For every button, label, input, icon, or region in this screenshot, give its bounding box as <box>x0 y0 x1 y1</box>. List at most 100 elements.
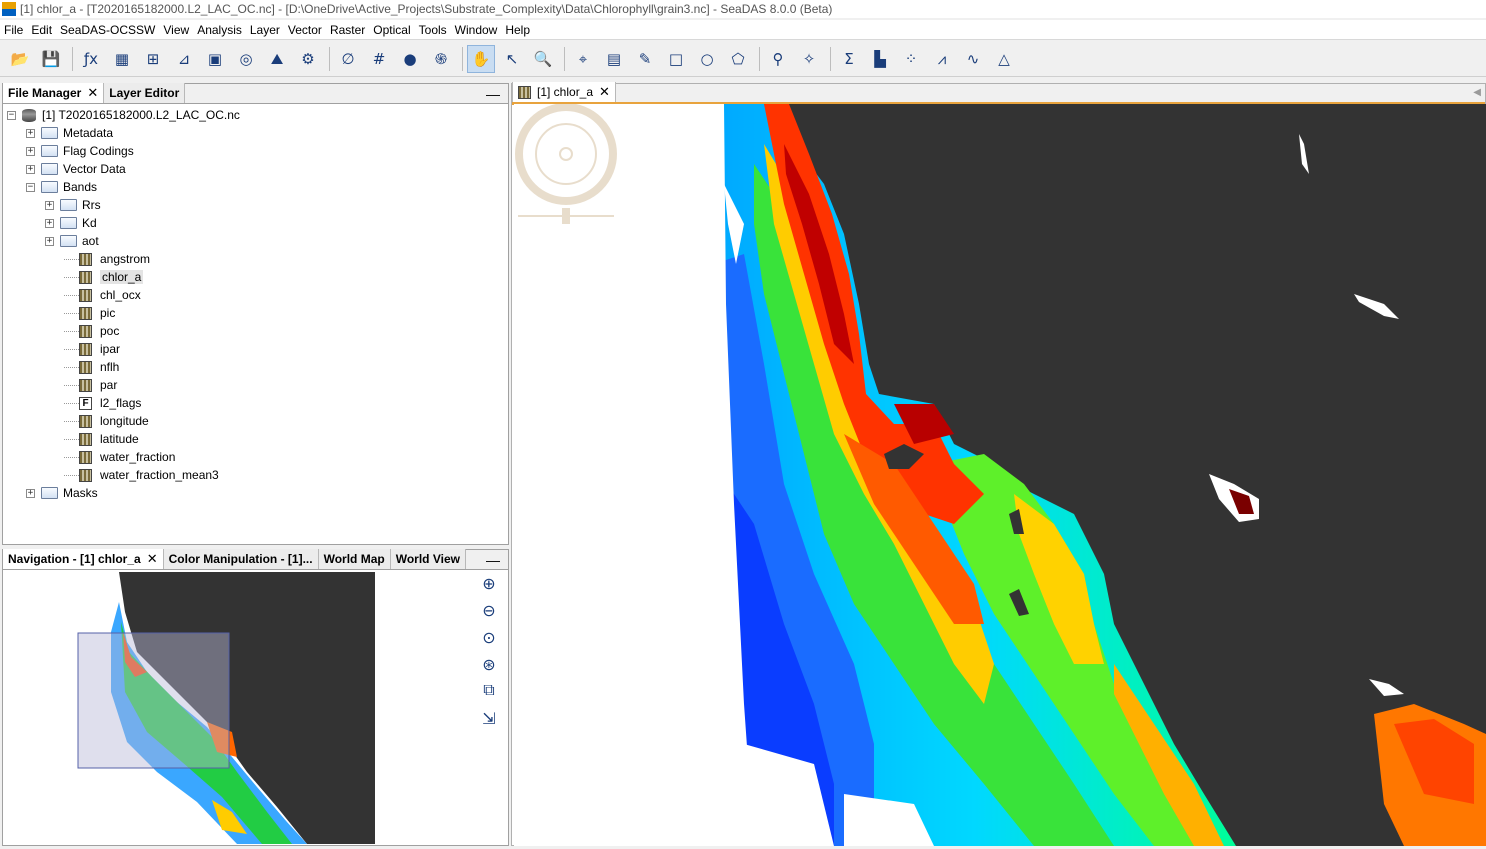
menu-vector[interactable]: Vector <box>284 23 326 37</box>
menu-analysis[interactable]: Analysis <box>193 23 246 37</box>
chlorophyll-image-canvas[interactable] <box>514 103 1486 846</box>
expand-toggle-icon[interactable]: + <box>26 128 35 138</box>
terrain-button[interactable]: ⛰ <box>263 45 291 73</box>
select-tool-button[interactable]: ↖ <box>498 45 526 73</box>
band-node[interactable]: par <box>7 376 240 394</box>
no-data-button[interactable]: ∅ <box>334 45 362 73</box>
folder-icon <box>41 127 58 139</box>
mosaic-button[interactable]: ▣ <box>201 45 229 73</box>
tab-chlor-a[interactable]: [1] chlor_a ✕ <box>512 82 616 102</box>
subset-button[interactable]: ⊞ <box>139 45 167 73</box>
band-node[interactable]: water_fraction <box>7 448 240 466</box>
band-node[interactable]: chl_ocx <box>7 286 240 304</box>
expand-toggle-icon[interactable]: + <box>45 218 54 228</box>
range-finder-button[interactable]: ⚲ <box>764 45 792 73</box>
tree-node[interactable]: + Metadata <box>7 124 240 142</box>
expand-toggle-icon[interactable]: + <box>45 200 54 210</box>
polygon-tool-button[interactable]: ⬠ <box>724 45 752 73</box>
world-button[interactable]: ● <box>396 45 424 73</box>
band-maths-button[interactable]: ƒx <box>77 45 105 73</box>
band-node[interactable]: water_fraction_mean3 <box>7 466 240 484</box>
tab-layer-editor[interactable]: Layer Editor <box>104 83 186 103</box>
rectangle-tool-button[interactable]: □ <box>662 45 690 73</box>
tab-navigation-1-chlor-a[interactable]: Navigation - [1] chlor_a ✕ <box>3 549 164 569</box>
band-node[interactable]: chlor_a <box>7 268 240 286</box>
navigation-tools: ⊕ ⊖ ⊙ ⊛ ⧉ ⇲ <box>478 574 500 736</box>
scroll-left-icon[interactable]: ◀ <box>1473 87 1481 98</box>
expand-toggle-icon[interactable]: + <box>45 236 54 246</box>
magic-wand-button[interactable]: ✧ <box>795 45 823 73</box>
sync-views-icon[interactable]: ⧉ <box>478 682 500 709</box>
close-icon[interactable]: ✕ <box>87 85 98 101</box>
product-tree: − [1] T2020165182000.L2_LAC_OC.nc + Metadat… <box>7 106 240 502</box>
zoom-in-icon[interactable]: ⊕ <box>478 574 500 601</box>
open-product-button[interactable]: 📂 <box>6 45 34 73</box>
graticule-button[interactable]: # <box>365 45 393 73</box>
pixel-info-button[interactable]: ▤ <box>600 45 628 73</box>
zoom-all-icon[interactable]: ⊛ <box>478 655 500 682</box>
expand-toggle-icon[interactable]: − <box>26 182 35 192</box>
tree-node[interactable]: − Bands <box>7 178 240 196</box>
band-node[interactable]: latitude <box>7 430 240 448</box>
tab-world-map[interactable]: World Map <box>318 549 391 569</box>
menu-optical[interactable]: Optical <box>369 23 414 37</box>
expand-toggle-icon[interactable]: + <box>26 488 35 498</box>
tree-node[interactable]: + Vector Data <box>7 160 240 178</box>
tab-color-manipulation-1[interactable]: Color Manipulation - [1]... <box>163 549 319 569</box>
menu-help[interactable]: Help <box>501 23 534 37</box>
fingerprint-button[interactable]: ֍ <box>427 45 455 73</box>
histogram-button[interactable]: ▙ <box>866 45 894 73</box>
tree-node[interactable]: − [1] T2020165182000.L2_LAC_OC.nc <box>7 106 240 124</box>
collocation-button[interactable]: ◎ <box>232 45 260 73</box>
expand-toggle-icon[interactable]: − <box>7 110 16 120</box>
menu-raster[interactable]: Raster <box>326 23 369 37</box>
band-node[interactable]: longitude <box>7 412 240 430</box>
minimize-icon[interactable]: — <box>486 86 500 102</box>
menu-window[interactable]: Window <box>451 23 502 37</box>
drawing-line-button[interactable]: ✎ <box>631 45 659 73</box>
zoom-tool-button[interactable]: 🔍 <box>529 45 557 73</box>
tree-node[interactable]: + Kd <box>7 214 240 232</box>
close-icon[interactable]: ✕ <box>599 84 610 100</box>
band-node[interactable]: ipar <box>7 340 240 358</box>
navigation-thumbnail[interactable] <box>7 572 474 844</box>
zoom-out-icon[interactable]: ⊖ <box>478 601 500 628</box>
reprojection-button[interactable]: ⊿ <box>170 45 198 73</box>
ellipse-tool-button[interactable]: ○ <box>693 45 721 73</box>
chlorophyll-map[interactable] <box>514 103 1486 846</box>
menu-tools[interactable]: Tools <box>415 23 451 37</box>
expand-toggle-icon[interactable]: + <box>26 146 35 156</box>
band-node[interactable]: Fl2_flags <box>7 394 240 412</box>
menu-seadas-ocssw[interactable]: SeaDAS-OCSSW <box>56 23 159 37</box>
menu-view[interactable]: View <box>159 23 193 37</box>
menu-file[interactable]: File <box>0 23 27 37</box>
statistics-button[interactable]: Σ <box>835 45 863 73</box>
band-node[interactable]: poc <box>7 322 240 340</box>
save-product-button[interactable]: 💾 <box>37 45 65 73</box>
profile-plot-button[interactable]: ⩘ <box>928 45 956 73</box>
sync-cursor-icon[interactable]: ⇲ <box>478 709 500 736</box>
band-node[interactable]: angstrom <box>7 250 240 268</box>
menu-edit[interactable]: Edit <box>27 23 56 37</box>
tree-node[interactable]: + Flag Codings <box>7 142 240 160</box>
tree-node[interactable]: + aot <box>7 232 240 250</box>
navigation-overview[interactable] <box>7 572 474 844</box>
rgb-image-button[interactable]: ▦ <box>108 45 136 73</box>
graph-builder-button[interactable]: ⚙ <box>294 45 322 73</box>
menu-layer[interactable]: Layer <box>246 23 284 37</box>
expand-toggle-icon[interactable]: + <box>26 164 35 174</box>
band-node[interactable]: pic <box>7 304 240 322</box>
tree-node[interactable]: + Masks <box>7 484 240 502</box>
zoom-pixel-icon[interactable]: ⊙ <box>478 628 500 655</box>
information-button[interactable]: △ <box>990 45 1018 73</box>
tab-world-view[interactable]: World View <box>390 549 466 569</box>
band-node[interactable]: nflh <box>7 358 240 376</box>
tab-file-manager[interactable]: File Manager ✕ <box>3 83 105 103</box>
minimize-icon[interactable]: — <box>486 552 500 568</box>
pin-manager-button[interactable]: ⌖ <box>569 45 597 73</box>
tree-node[interactable]: + Rrs <box>7 196 240 214</box>
spectrum-button[interactable]: ∿ <box>959 45 987 73</box>
close-icon[interactable]: ✕ <box>147 551 158 567</box>
scatter-plot-button[interactable]: ⁘ <box>897 45 925 73</box>
pan-tool-button[interactable]: ✋ <box>467 44 495 73</box>
